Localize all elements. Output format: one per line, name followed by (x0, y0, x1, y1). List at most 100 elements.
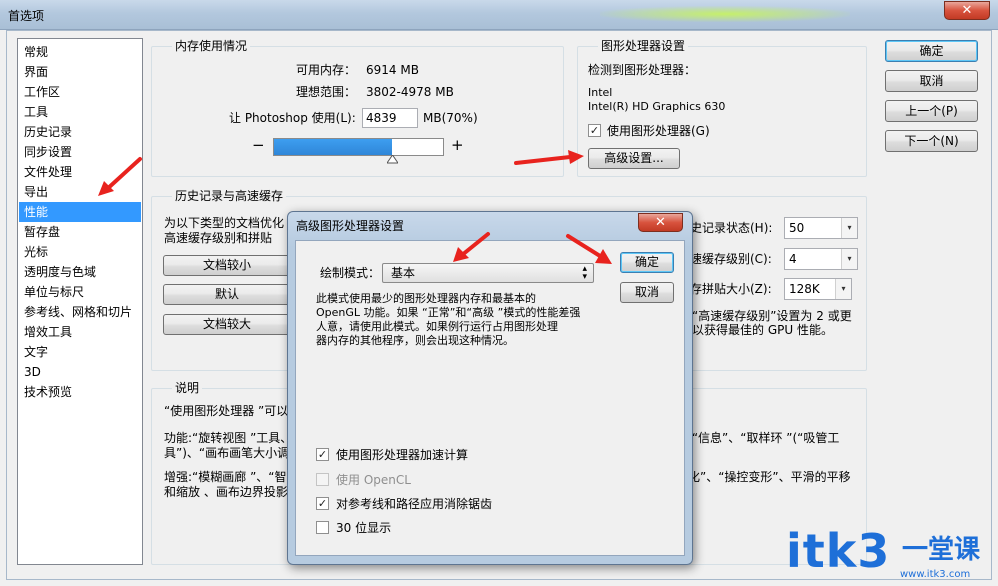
use-gpu-label: 使用图形处理器(G) (607, 124, 710, 138)
optimize-description-line2: 高速缓存级别和拼贴 (164, 231, 273, 245)
close-icon: ✕ (655, 215, 666, 230)
memory-slider-fill (274, 139, 393, 155)
draw-mode-select[interactable]: 基本 ▴ ▾ (382, 263, 594, 283)
ok-button[interactable]: 确定 (885, 40, 978, 62)
category-item[interactable]: 光标 (19, 242, 141, 262)
category-item[interactable]: 工作区 (19, 82, 141, 102)
optimize-description-line1: 为以下类型的文档优化 (164, 216, 285, 230)
memory-use-input[interactable]: 4839 (362, 108, 418, 128)
dialog-cancel-button[interactable]: 取消 (620, 282, 674, 303)
category-item[interactable]: 工具 (19, 102, 141, 122)
decrease-memory-button[interactable]: − (252, 138, 265, 153)
category-item[interactable]: 参考线、网格和切片 (19, 302, 141, 322)
opencl-label: 使用 OpenCL (336, 473, 411, 487)
category-item[interactable]: 透明度与色域 (19, 262, 141, 282)
category-list[interactable]: 常规 界面 工作区 工具 历史记录 同步设置 文件处理 导出 性能 暂存盘 光标… (17, 38, 143, 565)
history-states-value: 50 (789, 221, 805, 235)
watermark-url: www.itk3.com (900, 569, 971, 580)
annotation-arrow-icon (566, 234, 612, 264)
large-documents-button[interactable]: 文档较大 (163, 314, 291, 335)
dropdown-arrow-icon[interactable]: ▾ (835, 279, 851, 299)
default-button[interactable]: 默认 (163, 284, 291, 305)
gpu-compute-label: 使用图形处理器加速计算 (336, 448, 469, 462)
antialias-checkbox[interactable]: ✓ (316, 497, 329, 510)
description-text: 增强:“模糊画廊 ”、“智能 (164, 470, 299, 484)
title-bar[interactable]: 首选项 (0, 0, 998, 30)
advanced-dialog-close-button[interactable]: ✕ (638, 213, 683, 232)
memory-usage-group (151, 46, 564, 177)
category-item[interactable]: 技术预览 (19, 382, 141, 402)
antialias-label: 对参考线和路径应用消除锯齿 (336, 497, 493, 511)
cache-note-line1: “高速缓存级别”设置为 2 或更 (692, 309, 852, 323)
draw-mode-label: 绘制模式： (320, 266, 381, 280)
description-text: 具”)、“画布画笔大小调 (164, 446, 290, 460)
category-item[interactable]: 常规 (19, 42, 141, 62)
draw-mode-description: 器内存的其他程序，则会出现这种情况。 (316, 334, 514, 347)
category-item-selected[interactable]: 性能 (19, 202, 141, 222)
small-documents-button[interactable]: 文档较小 (163, 255, 291, 276)
annotation-arrow-icon (98, 157, 142, 196)
gpu-settings-title: 图形处理器设置 (598, 39, 689, 53)
checkmark-icon: ✓ (317, 448, 328, 461)
cache-tile-size-field[interactable]: 128K ▾ (784, 278, 852, 300)
window-close-button[interactable]: ✕ (944, 1, 990, 20)
description-text: 化”、“操控变形”、平滑的平移 (688, 470, 851, 484)
ideal-range-label: 理想范围： (296, 85, 357, 99)
window-title: 首选项 (8, 9, 45, 23)
watermark-cjk-text: 一堂课 (902, 535, 981, 565)
description-text: 功能:“旋转视图 ”工具、 (164, 431, 293, 445)
use-gpu-checkbox[interactable]: ✓ (588, 124, 601, 137)
advanced-dialog-title: 高级图形处理器设置 (296, 219, 405, 233)
close-icon: ✕ (961, 3, 973, 18)
category-item[interactable]: 增效工具 (19, 322, 141, 342)
gpu-compute-checkbox[interactable]: ✓ (316, 448, 329, 461)
memory-slider-thumb[interactable] (387, 155, 399, 164)
annotation-arrow-icon (514, 150, 584, 165)
cache-levels-value: 4 (789, 252, 797, 266)
category-item[interactable]: 3D (19, 362, 141, 382)
history-states-field[interactable]: 50 ▾ (784, 217, 858, 239)
category-item[interactable]: 界面 (19, 62, 141, 82)
draw-mode-description: OpenGL 功能。如果 “正常”和“高级 ”模式的性能差强 (316, 306, 581, 319)
description-title: 说明 (172, 381, 203, 395)
category-item[interactable]: 单位与标尺 (19, 282, 141, 302)
increase-memory-button[interactable]: + (451, 138, 464, 153)
cache-note-line2: 以获得最佳的 GPU 性能。 (692, 323, 833, 337)
category-item[interactable]: 文字 (19, 342, 141, 362)
cache-levels-label: 速缓存级别(C): (690, 252, 772, 266)
available-memory-label: 可用内存： (296, 63, 357, 77)
memory-use-suffix: MB(70%) (423, 111, 478, 125)
photoshop-use-label: 让 Photoshop 使用(L): (229, 111, 356, 125)
draw-mode-description: 此模式使用最少的图形处理器内存和最基本的 (316, 292, 536, 305)
cache-levels-field[interactable]: 4 ▾ (784, 248, 858, 270)
description-text: “使用图形处理器 ”可以 (164, 404, 289, 418)
gpu-vendor: Intel (588, 86, 613, 99)
dialog-ok-button[interactable]: 确定 (620, 252, 674, 273)
advanced-settings-button[interactable]: 高级设置... (588, 148, 680, 169)
dropdown-arrow-icon[interactable]: ▾ (841, 249, 857, 269)
checkmark-icon: ✓ (589, 124, 600, 137)
available-memory-value: 6914 MB (366, 63, 419, 77)
watermark-logo-text: itk3 (786, 524, 891, 578)
draw-mode-description: 人意，请使用此模式。如果例行运行占用图形处理 (316, 320, 558, 333)
draw-mode-value: 基本 (391, 266, 416, 280)
category-item[interactable]: 历史记录 (19, 122, 141, 142)
checkmark-icon: ✓ (317, 497, 328, 510)
cancel-button[interactable]: 取消 (885, 70, 978, 92)
thirty-bit-display-checkbox[interactable] (316, 521, 329, 534)
gpu-detected-label: 检测到图形处理器： (588, 63, 697, 77)
cache-tile-size-label: 存拼贴大小(Z): (690, 282, 772, 296)
opencl-checkbox (316, 473, 329, 486)
history-cache-title: 历史记录与高速缓存 (172, 189, 287, 203)
category-item[interactable]: 暂存盘 (19, 222, 141, 242)
previous-button[interactable]: 上一个(P) (885, 100, 978, 122)
description-text: 和缩放 、画布边界投影 (164, 485, 288, 499)
gpu-model: Intel(R) HD Graphics 630 (588, 100, 726, 113)
ideal-range-value: 3802-4978 MB (366, 85, 454, 99)
memory-slider[interactable] (273, 138, 444, 156)
thirty-bit-display-label: 30 位显示 (336, 521, 392, 535)
next-button[interactable]: 下一个(N) (885, 130, 978, 152)
dropdown-arrow-icon[interactable]: ▾ (841, 218, 857, 238)
annotation-arrow-icon (453, 232, 490, 262)
history-states-label: 史记录状态(H): (690, 221, 773, 235)
